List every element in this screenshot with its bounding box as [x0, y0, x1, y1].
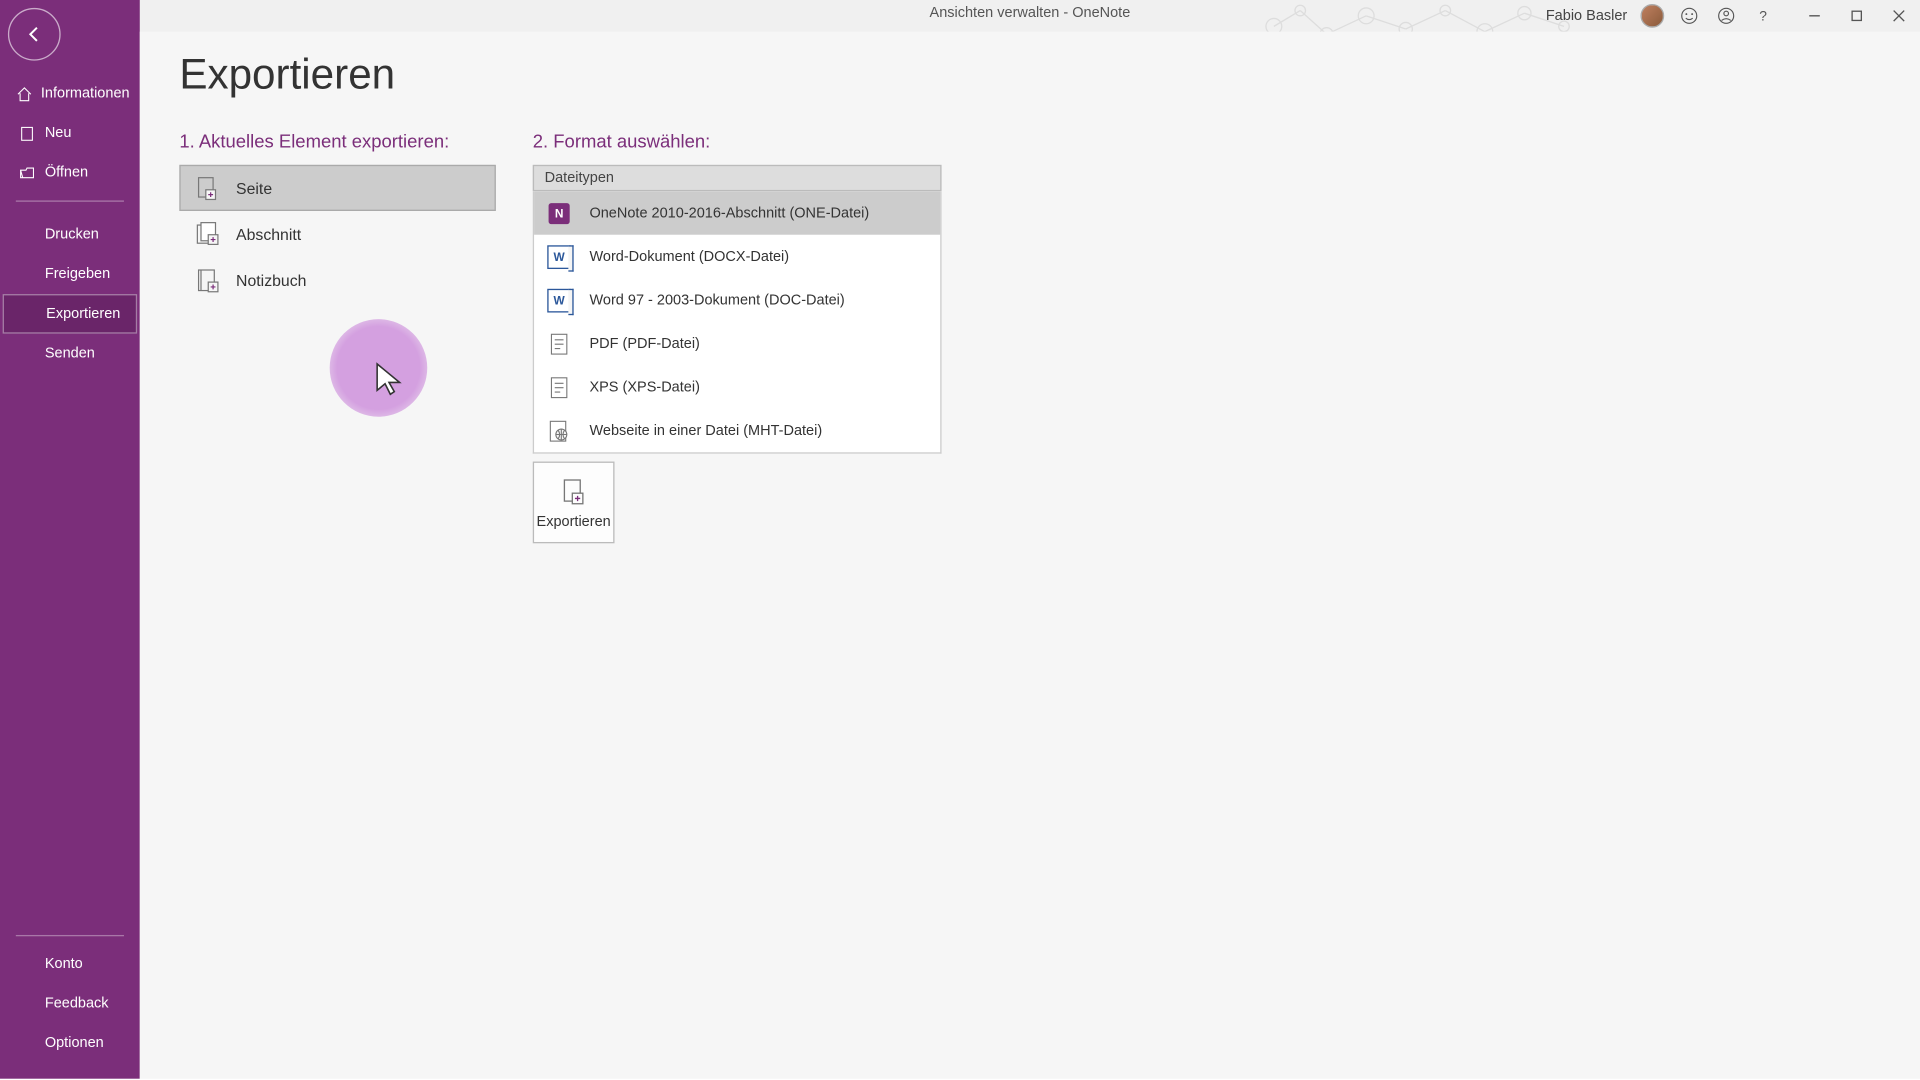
- window-title: Ansichten verwalten - OneNote: [930, 5, 1131, 21]
- step2-heading: 2. Format auswählen:: [533, 131, 942, 152]
- format-label: PDF (PDF-Datei): [589, 336, 699, 352]
- page-icon: [191, 172, 223, 204]
- emoji-icon[interactable]: [1677, 4, 1701, 28]
- page-title: Exportieren: [179, 50, 1880, 99]
- sidebar: Informationen Neu Öffnen Drucken Freigeb…: [0, 0, 140, 1079]
- sidebar-item-konto[interactable]: Konto: [0, 944, 140, 984]
- sidebar-item-label: Neu: [45, 125, 72, 141]
- sidebar-item-label: Exportieren: [46, 306, 120, 322]
- close-button[interactable]: [1878, 0, 1920, 32]
- sidebar-item-label: Informationen: [41, 86, 130, 102]
- format-pdf[interactable]: PDF (PDF-Datei): [534, 322, 940, 366]
- sidebar-item-label: Konto: [45, 956, 83, 972]
- maximize-button[interactable]: [1836, 0, 1878, 32]
- sidebar-item-informationen[interactable]: Informationen: [0, 74, 140, 114]
- format-list: N OneNote 2010-2016-Abschnitt (ONE-Datei…: [533, 191, 942, 453]
- sidebar-item-label: Drucken: [45, 227, 99, 243]
- sidebar-item-exportieren[interactable]: Exportieren: [3, 294, 138, 334]
- notebook-icon: [191, 264, 223, 296]
- sidebar-item-label: Öffnen: [45, 165, 88, 181]
- format-xps[interactable]: XPS (XPS-Datei): [534, 365, 940, 409]
- sidebar-item-label: Optionen: [45, 1035, 104, 1051]
- section-icon: [191, 218, 223, 250]
- document-icon: [16, 123, 37, 144]
- format-label: Webseite in einer Datei (MHT-Datei): [589, 423, 822, 439]
- page-icon: [545, 329, 574, 358]
- minimize-button[interactable]: [1793, 0, 1835, 32]
- help-icon[interactable]: ?: [1751, 4, 1775, 28]
- sidebar-item-neu[interactable]: Neu: [0, 113, 140, 153]
- sidebar-item-label: Freigeben: [45, 266, 110, 282]
- export-element-label: Seite: [236, 179, 272, 197]
- folder-open-icon: [16, 162, 37, 183]
- format-label: Word-Dokument (DOCX-Datei): [589, 249, 789, 265]
- sidebar-item-label: Feedback: [45, 996, 109, 1012]
- sidebar-item-senden[interactable]: Senden: [0, 334, 140, 374]
- format-word-docx[interactable]: W Word-Dokument (DOCX-Datei): [534, 235, 940, 279]
- sidebar-item-freigeben[interactable]: Freigeben: [0, 255, 140, 295]
- onenote-icon: N: [545, 198, 574, 227]
- separator: [16, 935, 124, 936]
- sidebar-item-label: Senden: [45, 345, 95, 361]
- export-element-notizbuch[interactable]: Notizbuch: [179, 257, 495, 303]
- web-icon: [545, 416, 574, 445]
- word-icon: W: [545, 285, 574, 314]
- separator: [16, 200, 124, 201]
- export-element-seite[interactable]: Seite: [179, 165, 495, 211]
- format-mht[interactable]: Webseite in einer Datei (MHT-Datei): [534, 409, 940, 453]
- titlebar: Ansichten verwalten - OneNote Fabio Basl…: [140, 0, 1920, 32]
- sidebar-item-drucken[interactable]: Drucken: [0, 215, 140, 255]
- back-button[interactable]: [8, 8, 61, 61]
- sidebar-item-feedback[interactable]: Feedback: [0, 984, 140, 1024]
- format-label: XPS (XPS-Datei): [589, 379, 699, 395]
- export-element-label: Notizbuch: [236, 271, 306, 289]
- format-group-header: Dateitypen: [533, 165, 942, 191]
- format-label: Word 97 - 2003-Dokument (DOC-Datei): [589, 292, 844, 308]
- user-name[interactable]: Fabio Basler: [1546, 8, 1627, 24]
- svg-text:?: ?: [1759, 7, 1767, 23]
- format-word-doc[interactable]: W Word 97 - 2003-Dokument (DOC-Datei): [534, 278, 940, 322]
- step1-heading: 1. Aktuelles Element exportieren:: [179, 131, 495, 152]
- sidebar-item-oeffnen[interactable]: Öffnen: [0, 153, 140, 193]
- export-icon: [556, 475, 590, 509]
- page-icon: [545, 373, 574, 402]
- export-element-label: Abschnitt: [236, 225, 301, 243]
- content-area: Exportieren 1. Aktuelles Element exporti…: [140, 32, 1920, 1079]
- word-icon: W: [545, 242, 574, 271]
- export-element-abschnitt[interactable]: Abschnitt: [179, 211, 495, 257]
- format-label: OneNote 2010-2016-Abschnitt (ONE-Datei): [589, 205, 869, 221]
- sidebar-item-optionen[interactable]: Optionen: [0, 1023, 140, 1063]
- home-icon: [16, 83, 33, 104]
- avatar[interactable]: [1640, 4, 1664, 28]
- format-onenote[interactable]: N OneNote 2010-2016-Abschnitt (ONE-Datei…: [534, 191, 940, 235]
- account-icon[interactable]: [1714, 4, 1738, 28]
- export-button-label: Exportieren: [537, 514, 611, 530]
- export-button[interactable]: Exportieren: [533, 462, 615, 544]
